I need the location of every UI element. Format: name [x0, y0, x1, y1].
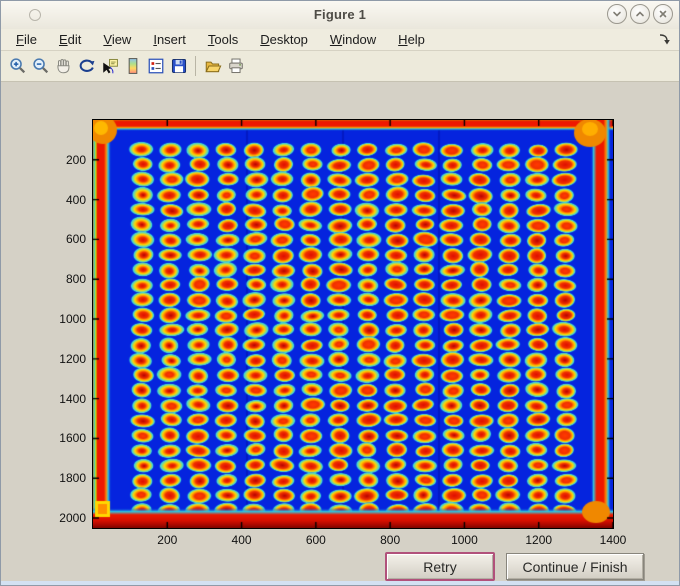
rotate-3d-button[interactable]: [75, 54, 98, 78]
title-bar: Figure 1: [1, 1, 679, 30]
pan-button[interactable]: [52, 54, 75, 78]
zoom-out-button[interactable]: [29, 54, 52, 78]
maximize-button[interactable]: [630, 4, 650, 24]
minimize-button[interactable]: [607, 4, 627, 24]
pan-hand-icon: [56, 58, 69, 74]
close-icon: [659, 10, 667, 18]
menu-item-help[interactable]: Help: [387, 30, 436, 49]
zoom-out-icon: [32, 58, 48, 74]
print-icon: [228, 58, 243, 74]
zoom-in-button[interactable]: [6, 54, 29, 78]
retry-button[interactable]: Retry: [385, 552, 495, 581]
menu-item-desktop[interactable]: Desktop: [249, 30, 319, 49]
window-title: Figure 1: [313, 7, 367, 22]
window-controls: [607, 4, 673, 24]
continue-finish-button[interactable]: Continue / Finish: [506, 553, 644, 580]
save-button[interactable]: [167, 54, 190, 78]
menu-bar: File Edit View Insert Tools Desktop Window Help: [1, 29, 679, 51]
dock-figure-icon[interactable]: [658, 33, 671, 46]
save-icon: [171, 58, 186, 74]
menu-item-insert[interactable]: Insert: [142, 30, 197, 49]
zoom-in-icon: [9, 58, 25, 74]
figure-window: Figure 1 File Edit View Insert Tools Desktop W…: [0, 0, 680, 586]
colorbar-icon: [128, 58, 137, 74]
menu-item-view[interactable]: View: [92, 30, 142, 49]
microarray-scan-image: [93, 120, 613, 528]
chevron-down-icon: [613, 11, 621, 17]
colorbar-button[interactable]: [121, 54, 144, 78]
toolbar-separator: [195, 56, 196, 76]
open-button[interactable]: [201, 54, 224, 78]
menu-item-window[interactable]: Window: [319, 30, 387, 49]
legend-button[interactable]: [144, 54, 167, 78]
window-bottom-edge: [1, 581, 679, 585]
close-button[interactable]: [653, 4, 673, 24]
print-button[interactable]: [224, 54, 247, 78]
data-cursor-button[interactable]: [98, 54, 121, 78]
menu-item-tools[interactable]: Tools: [197, 30, 249, 49]
figure-toolbar: [1, 51, 679, 82]
rotate-3d-icon: [79, 59, 94, 72]
open-folder-icon: [204, 61, 221, 73]
menu-item-edit[interactable]: Edit: [48, 30, 92, 49]
menu-item-file[interactable]: File: [5, 30, 48, 49]
legend-icon: [148, 58, 163, 74]
plot-axes: [92, 119, 614, 529]
chevron-up-icon: [636, 11, 644, 17]
data-cursor-icon: [102, 58, 118, 74]
